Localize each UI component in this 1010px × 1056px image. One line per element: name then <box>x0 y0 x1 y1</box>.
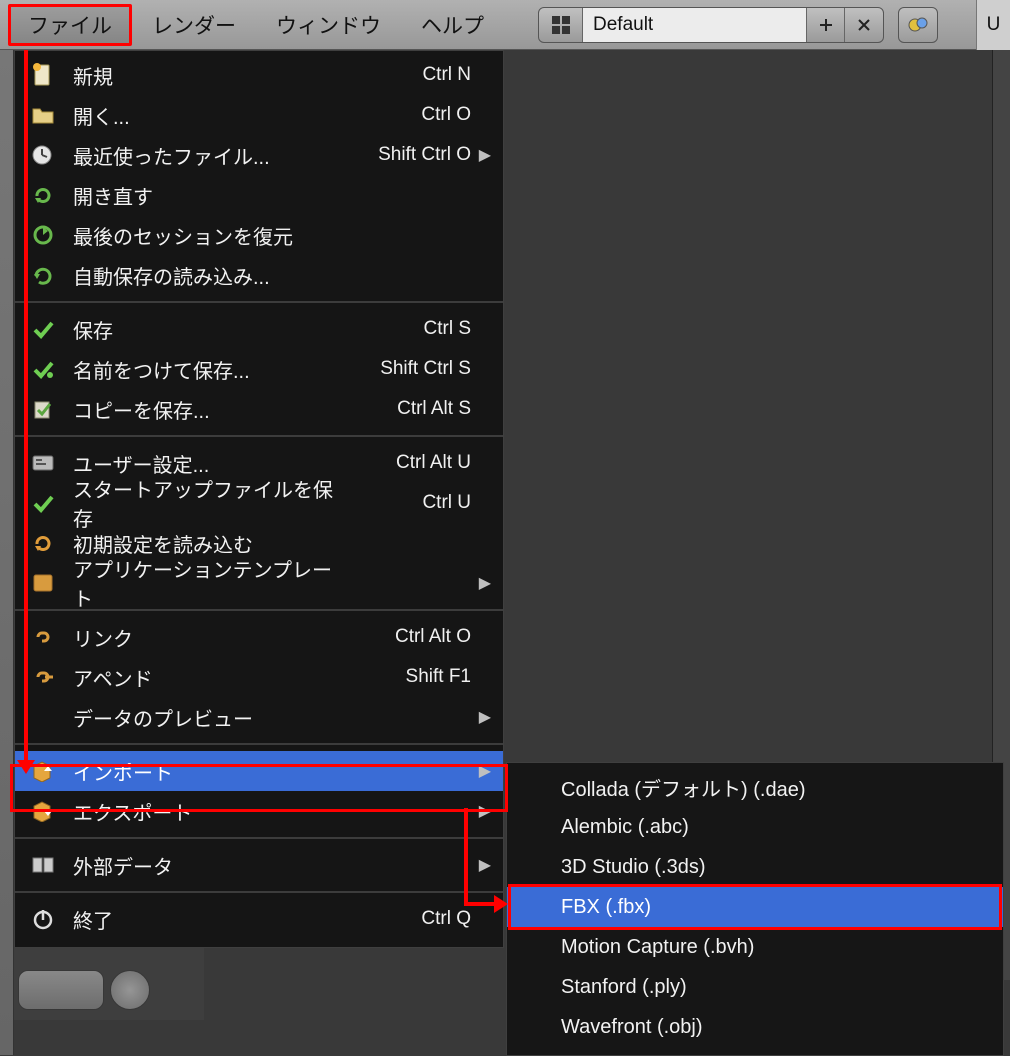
menu-help[interactable]: ヘルプ <box>401 4 504 46</box>
file-new-icon <box>27 61 59 89</box>
export-icon <box>27 797 59 825</box>
append-icon <box>27 663 59 691</box>
import-collada[interactable]: Collada (デフォルト) (.dae) <box>507 767 1003 807</box>
submenu-arrow-icon: ▶ <box>471 761 491 781</box>
import-icon <box>27 757 59 785</box>
menuitem-save-startup[interactable]: スタートアップファイルを保存 Ctrl U <box>15 483 503 523</box>
clock-folder-icon <box>27 141 59 169</box>
import-3ds[interactable]: 3D Studio (.3ds) <box>507 847 1003 887</box>
menu-separator <box>15 837 503 839</box>
layout-delete-button[interactable] <box>845 8 883 42</box>
screen-layout-selector[interactable]: Default <box>538 7 884 43</box>
submenu-arrow-icon: ▶ <box>471 573 491 593</box>
app-template-icon <box>27 569 59 597</box>
menuitem-recover-auto[interactable]: 自動保存の読み込み... <box>15 255 503 295</box>
revert-icon <box>27 181 59 209</box>
save-copy-icon <box>27 395 59 423</box>
menuitem-data-preview[interactable]: データのプレビュー ▶ <box>15 697 503 737</box>
menuitem-open[interactable]: 開く... Ctrl O <box>15 95 503 135</box>
file-menu-dropdown: 新規 Ctrl N 開く... Ctrl O 最近使ったファイル... Shif… <box>14 50 504 948</box>
import-submenu: Collada (デフォルト) (.dae) Alembic (.abc) 3D… <box>506 762 1004 1056</box>
save-as-icon <box>27 355 59 383</box>
menuitem-quit[interactable]: 終了 Ctrl Q <box>15 899 503 939</box>
link-icon <box>27 623 59 651</box>
menuitem-open-recent[interactable]: 最近使ったファイル... Shift Ctrl O ▶ <box>15 135 503 175</box>
menu-separator <box>15 743 503 745</box>
power-icon <box>27 905 59 933</box>
scene-selector[interactable] <box>898 7 938 43</box>
menu-file[interactable]: ファイル <box>8 4 132 46</box>
menu-separator <box>15 891 503 893</box>
menuitem-app-templates[interactable]: アプリケーションテンプレート ▶ <box>15 563 503 603</box>
import-bvh[interactable]: Motion Capture (.bvh) <box>507 927 1003 967</box>
menuitem-new[interactable]: 新規 Ctrl N <box>15 55 503 95</box>
pivot-selector[interactable] <box>110 970 150 1010</box>
menu-render[interactable]: レンダー <box>132 4 256 46</box>
import-obj[interactable]: Wavefront (.obj) <box>507 1007 1003 1047</box>
menu-window[interactable]: ウィンドウ <box>256 4 401 46</box>
factory-reset-icon <box>27 529 59 557</box>
import-fbx[interactable]: FBX (.fbx) <box>507 887 1003 927</box>
layout-grid-icon[interactable] <box>539 8 583 42</box>
menuitem-save-as[interactable]: 名前をつけて保存... Shift Ctrl S <box>15 349 503 389</box>
recover-session-icon <box>27 221 59 249</box>
menuitem-save-copy[interactable]: コピーを保存... Ctrl Alt S <box>15 389 503 429</box>
menuitem-revert[interactable]: 開き直す <box>15 175 503 215</box>
submenu-arrow-icon: ▶ <box>471 145 491 165</box>
submenu-arrow-icon: ▶ <box>471 801 491 821</box>
save-check-icon <box>27 315 59 343</box>
folder-open-icon <box>27 101 59 129</box>
menu-separator <box>15 301 503 303</box>
menuitem-export[interactable]: エクスポート ▶ <box>15 791 503 831</box>
external-data-icon <box>27 851 59 879</box>
menuitem-link[interactable]: リンク Ctrl Alt O <box>15 617 503 657</box>
top-menu-bar: ファイル レンダー ウィンドウ ヘルプ Default U <box>0 0 1010 50</box>
menuitem-save[interactable]: 保存 Ctrl S <box>15 309 503 349</box>
right-truncated-label: U <box>976 0 1010 50</box>
editor-type-selector[interactable] <box>18 970 104 1010</box>
left-gutter <box>0 50 14 1055</box>
import-alembic[interactable]: Alembic (.abc) <box>507 807 1003 847</box>
submenu-arrow-icon: ▶ <box>471 707 491 727</box>
submenu-arrow-icon: ▶ <box>471 855 491 875</box>
import-ply[interactable]: Stanford (.ply) <box>507 967 1003 1007</box>
recover-auto-icon <box>27 261 59 289</box>
menuitem-external-data[interactable]: 外部データ ▶ <box>15 845 503 885</box>
menuitem-append[interactable]: アペンド Shift F1 <box>15 657 503 697</box>
bottom-header-widgets <box>18 970 150 1010</box>
menuitem-import[interactable]: インポート ▶ <box>15 751 503 791</box>
save-startup-icon <box>27 489 59 517</box>
scene-icon <box>899 8 937 42</box>
layout-name[interactable]: Default <box>583 8 807 42</box>
menuitem-recover-last[interactable]: 最後のセッションを復元 <box>15 215 503 255</box>
menu-separator <box>15 435 503 437</box>
layout-add-button[interactable] <box>807 8 845 42</box>
prefs-icon <box>27 449 59 477</box>
